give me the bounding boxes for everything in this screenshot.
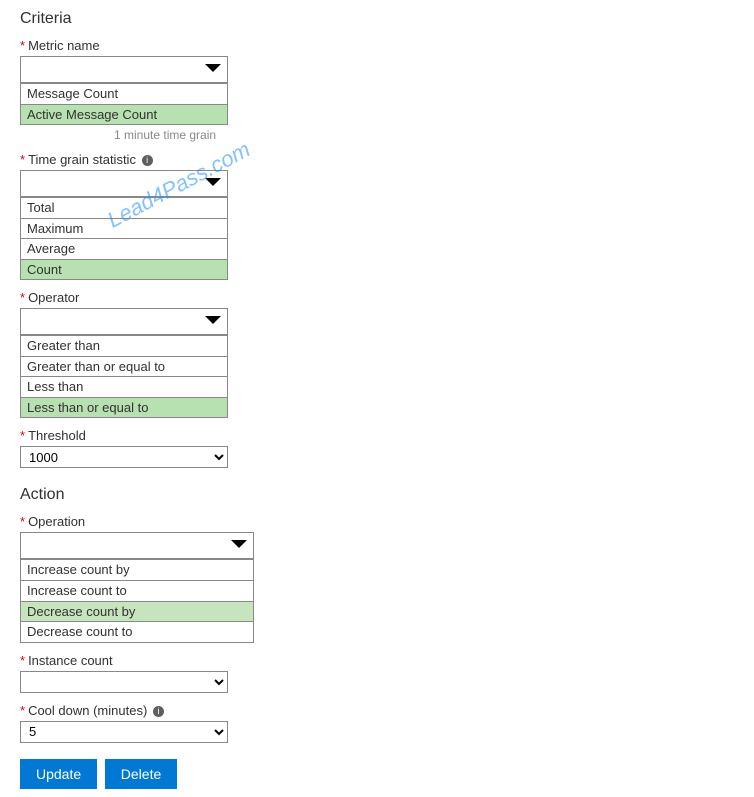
metric-name-selected[interactable] [21,57,227,83]
required-asterisk: * [20,653,25,668]
timegrain-label: *Time grain statistic i [20,152,734,167]
cooldown-text: Cool down (minutes) [28,703,147,718]
required-asterisk: * [20,703,25,718]
info-icon[interactable]: i [142,155,153,166]
cooldown-label: *Cool down (minutes) i [20,703,734,718]
operation-selected[interactable] [21,533,253,559]
required-asterisk: * [20,514,25,529]
operation-option[interactable]: Increase count to [21,580,253,601]
threshold-label: *Threshold [20,428,734,443]
operation-option[interactable]: Decrease count to [21,621,253,642]
operator-option[interactable]: Greater than [21,335,227,356]
instancecount-text: Instance count [28,653,113,668]
operation-text: Operation [28,514,85,529]
timegrain-text: Time grain statistic [28,152,136,167]
timegrain-dropdown[interactable]: Total Maximum Average Count [20,170,228,280]
metric-option[interactable]: Active Message Count [21,104,227,125]
operator-option[interactable]: Greater than or equal to [21,356,227,377]
timegrain-option[interactable]: Average [21,238,227,259]
operation-label: *Operation [20,514,734,529]
operator-text: Operator [28,290,79,305]
chevron-down-icon [205,316,221,326]
required-asterisk: * [20,428,25,443]
operator-label: *Operator [20,290,734,305]
timegrain-selected[interactable] [21,171,227,197]
metric-name-label: *Metric name [20,38,734,53]
operator-option[interactable]: Less than [21,376,227,397]
operator-option[interactable]: Less than or equal to [21,397,227,418]
chevron-down-icon [231,540,247,550]
update-button[interactable]: Update [20,759,97,789]
timegrain-option[interactable]: Maximum [21,218,227,239]
instancecount-label: *Instance count [20,653,734,668]
metric-name-dropdown[interactable]: Message Count Active Message Count [20,56,228,125]
threshold-select[interactable]: 1000 [20,446,228,468]
operator-selected[interactable] [21,309,227,335]
operator-dropdown[interactable]: Greater than Greater than or equal to Le… [20,308,228,418]
action-heading: Action [20,486,734,504]
info-icon[interactable]: i [153,706,164,717]
required-asterisk: * [20,152,25,167]
instancecount-select[interactable] [20,671,228,693]
button-row: Update Delete [20,759,734,789]
metric-name-text: Metric name [28,38,100,53]
delete-button[interactable]: Delete [105,759,177,789]
criteria-heading: Criteria [20,10,734,28]
timegrain-option[interactable]: Count [21,259,227,280]
chevron-down-icon [205,64,221,74]
chevron-down-icon [205,178,221,188]
threshold-text: Threshold [28,428,86,443]
metric-helper-text: 1 minute time grain [114,128,734,142]
operation-option[interactable]: Decrease count by [21,601,253,622]
operation-dropdown[interactable]: Increase count by Increase count to Decr… [20,532,254,642]
timegrain-option[interactable]: Total [21,197,227,218]
cooldown-select[interactable]: 5 [20,721,228,743]
required-asterisk: * [20,290,25,305]
metric-option[interactable]: Message Count [21,83,227,104]
operation-option[interactable]: Increase count by [21,559,253,580]
required-asterisk: * [20,38,25,53]
